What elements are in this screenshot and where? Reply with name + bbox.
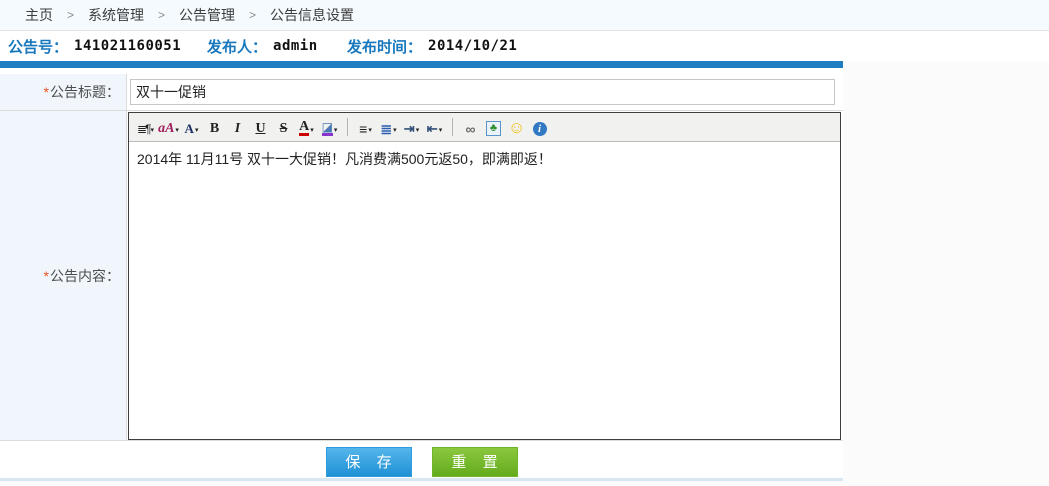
link-icon-glyph: ∞ — [466, 122, 476, 136]
dropdown-caret-icon: ▾ — [175, 126, 179, 136]
publish-time-field: 发布时间： 2014/10/21 — [347, 36, 517, 57]
content-row: * 公告内容： ≣¶▾aA▾A▾BIUSA▾◪▾≡▾≣▾⇥▾⇤▾∞♣☺i 201… — [0, 111, 843, 441]
editor-content[interactable]: 2014年 11月11号 双十一大促销！凡消费满500元返50，即满即返！ — [129, 142, 840, 439]
highlight-color-icon-glyph: ◪ — [322, 121, 333, 136]
publisher-value: admin — [273, 38, 318, 54]
highlight-color-icon[interactable]: ◪▾ — [318, 116, 341, 138]
breadcrumb-item-system-management[interactable]: 系统管理 — [88, 5, 144, 25]
announcement-info-bar: 公告号： 141021160051 发布人： admin 发布时间： 2014/… — [0, 31, 1049, 61]
image-icon-glyph: ♣ — [486, 121, 501, 136]
section-divider-bar — [0, 61, 843, 68]
underline-icon-glyph: U — [255, 122, 265, 136]
strikethrough-icon[interactable]: S — [272, 116, 295, 138]
paragraph-style-icon-glyph: ≣¶ — [137, 122, 150, 136]
bold-icon-glyph: B — [210, 122, 219, 136]
title-label: 公告标题： — [50, 82, 120, 102]
dropdown-caret-icon: ▾ — [368, 126, 372, 136]
reset-button[interactable]: 重 置 — [432, 447, 518, 477]
breadcrumb-separator: > — [249, 8, 256, 22]
announcement-id-value: 141021160051 — [74, 38, 181, 54]
breadcrumb-item-home[interactable]: 主页 — [25, 5, 53, 25]
dropdown-caret-icon: ▾ — [310, 126, 314, 136]
publish-time-value: 2014/10/21 — [428, 38, 517, 54]
align-icon-glyph: ≡ — [359, 122, 367, 136]
dropdown-caret-icon: ▾ — [334, 126, 338, 136]
dropdown-caret-icon: ▾ — [439, 126, 443, 136]
toolbar-separator — [347, 118, 348, 136]
dropdown-caret-icon: ▾ — [416, 126, 420, 136]
image-icon[interactable]: ♣ — [482, 116, 505, 138]
content-label: 公告内容： — [50, 266, 120, 286]
strikethrough-icon-glyph: S — [280, 122, 288, 136]
form-actions: 保 存 重 置 — [0, 441, 843, 478]
paragraph-style-icon[interactable]: ≣¶▾ — [134, 116, 157, 138]
rich-text-editor: ≣¶▾aA▾A▾BIUSA▾◪▾≡▾≣▾⇥▾⇤▾∞♣☺i 2014年 11月11… — [128, 112, 841, 440]
italic-icon-glyph: I — [235, 122, 240, 136]
outdent-icon[interactable]: ⇤▾ — [423, 116, 446, 138]
announcement-form: * 公告标题： * 公告内容： ≣¶▾aA▾A▾BIUSA▾◪▾≡▾≣▾⇥▾⇤▾… — [0, 74, 843, 481]
content-label-cell: * 公告内容： — [0, 111, 127, 440]
emoticon-icon-glyph: ☺ — [508, 120, 525, 136]
form-bottom-strip — [0, 478, 843, 481]
breadcrumb-item-announcement-management[interactable]: 公告管理 — [179, 5, 235, 25]
save-button[interactable]: 保 存 — [326, 447, 412, 477]
content-value-cell: ≣¶▾aA▾A▾BIUSA▾◪▾≡▾≣▾⇥▾⇤▾∞♣☺i 2014年 11月11… — [127, 111, 843, 440]
emoticon-icon[interactable]: ☺ — [505, 116, 528, 138]
toolbar-separator — [452, 118, 453, 136]
font-size-icon[interactable]: A▾ — [180, 116, 203, 138]
font-family-icon[interactable]: aA▾ — [157, 116, 180, 138]
ordered-list-icon-glyph: ≣ — [380, 122, 392, 136]
breadcrumb-item-announcement-info-settings[interactable]: 公告信息设置 — [270, 5, 354, 25]
about-icon[interactable]: i — [528, 116, 551, 138]
title-label-cell: * 公告标题： — [0, 74, 127, 110]
breadcrumb-separator: > — [158, 8, 165, 22]
italic-icon[interactable]: I — [226, 116, 249, 138]
publisher-label: 发布人： — [207, 36, 267, 57]
required-mark: * — [44, 268, 49, 284]
dropdown-caret-icon: ▾ — [393, 126, 397, 136]
bold-icon[interactable]: B — [203, 116, 226, 138]
text-color-icon[interactable]: A▾ — [295, 116, 318, 138]
dropdown-caret-icon: ▾ — [195, 126, 199, 136]
dropdown-caret-icon: ▾ — [150, 126, 154, 136]
outdent-icon-glyph: ⇤ — [427, 122, 438, 136]
underline-icon[interactable]: U — [249, 116, 272, 138]
text-color-icon-glyph: A — [299, 121, 309, 136]
link-icon[interactable]: ∞ — [459, 116, 482, 138]
font-size-icon-glyph: A — [185, 122, 194, 136]
breadcrumb-separator: > — [67, 8, 74, 22]
breadcrumb: 主页 > 系统管理 > 公告管理 > 公告信息设置 — [0, 0, 1049, 31]
indent-icon[interactable]: ⇥▾ — [400, 116, 423, 138]
editor-toolbar: ≣¶▾aA▾A▾BIUSA▾◪▾≡▾≣▾⇥▾⇤▾∞♣☺i — [129, 113, 840, 142]
title-input[interactable] — [130, 79, 835, 105]
ordered-list-icon[interactable]: ≣▾ — [377, 116, 400, 138]
align-icon[interactable]: ≡▾ — [354, 116, 377, 138]
title-value-cell — [127, 74, 843, 110]
publisher-field: 发布人： admin — [207, 36, 347, 57]
title-row: * 公告标题： — [0, 74, 843, 111]
font-family-icon-glyph: aA — [158, 122, 174, 136]
indent-icon-glyph: ⇥ — [404, 122, 415, 136]
required-mark: * — [44, 84, 49, 100]
about-icon-glyph: i — [533, 122, 547, 136]
announcement-id-field: 公告号： 141021160051 — [8, 36, 207, 57]
announcement-id-label: 公告号： — [8, 36, 68, 57]
publish-time-label: 发布时间： — [347, 36, 422, 57]
